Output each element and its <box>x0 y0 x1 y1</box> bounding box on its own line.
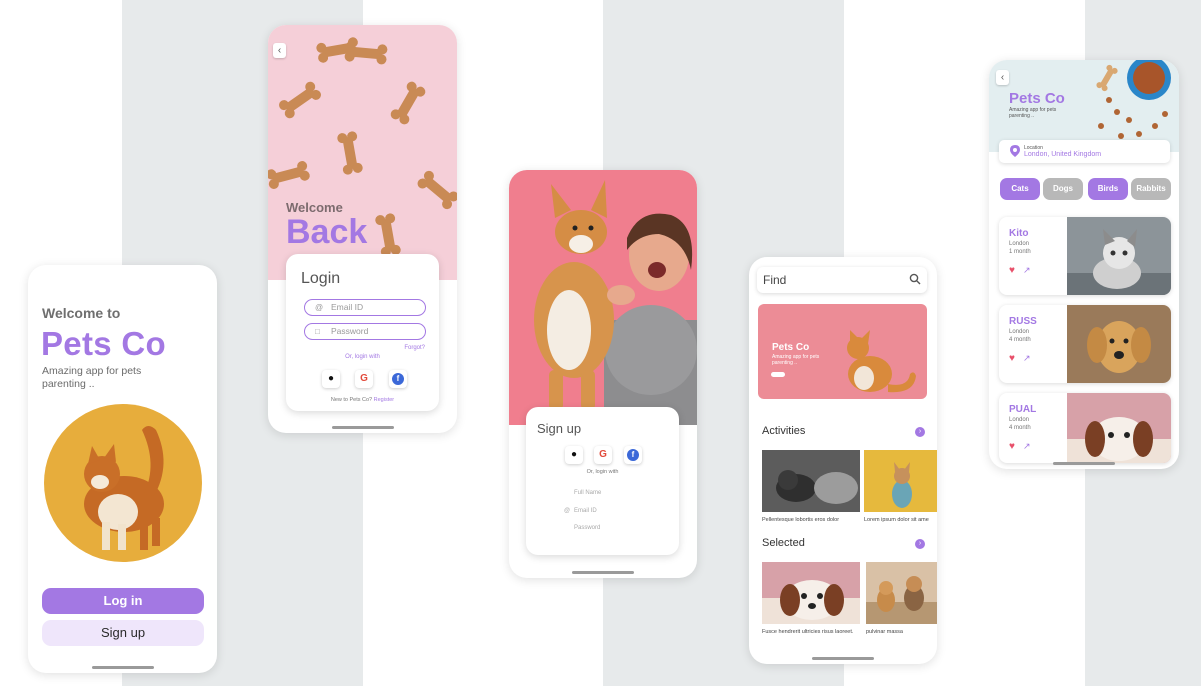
pet-age: 4 month <box>1009 425 1031 431</box>
home-indicator <box>572 571 634 574</box>
puppy-photo <box>1067 393 1171 463</box>
brand-title: Pets Co <box>1009 90 1065 107</box>
pet-name: PUAL <box>1009 404 1037 415</box>
location-pin-icon <box>1010 145 1020 157</box>
login-button[interactable]: Log in <box>42 588 204 614</box>
new-to-text: New to Pets Co? <box>330 397 373 403</box>
chip-cats[interactable]: Cats <box>1000 178 1040 200</box>
pet-location: London <box>1009 417 1030 423</box>
welcome-heading: Welcome to <box>42 305 121 321</box>
chip-birds[interactable]: Birds <box>1088 178 1128 200</box>
password-field[interactable]: Password <box>574 525 600 531</box>
brand-tagline: Amazing app for pets parenting .. <box>42 365 142 390</box>
signup-screen: Sign up ● G f Or, login with Full Name @… <box>509 170 697 578</box>
email-placeholder: Email ID <box>331 302 364 312</box>
apple-icon[interactable]: ● <box>565 446 583 464</box>
share-icon[interactable]: ↗ <box>1023 353 1031 364</box>
register-prompt: New to Pets Co? Register <box>286 397 439 403</box>
login-title: Login <box>301 270 341 287</box>
full-name-field[interactable]: Full Name <box>574 490 601 496</box>
register-link[interactable]: Register <box>374 397 394 403</box>
heart-icon[interactable]: ♥ <box>1009 441 1015 452</box>
back-icon[interactable]: ‹ <box>273 43 286 58</box>
search-placeholder: Find <box>763 273 787 287</box>
woman-corgi-photo <box>509 170 697 425</box>
pet-location: London <box>1009 241 1030 247</box>
activity-image[interactable] <box>762 450 860 512</box>
brand-title: Pets Co <box>41 325 166 362</box>
pet-location: London <box>1009 329 1030 335</box>
facebook-icon[interactable]: f <box>624 446 642 464</box>
facebook-icon[interactable]: f <box>389 370 407 388</box>
banner-title: Pets Co <box>772 342 810 353</box>
welcome-screen: Welcome to Pets Co Amazing app for pets … <box>28 265 217 673</box>
chip-rabbits[interactable]: Rabbits <box>1131 178 1171 200</box>
apple-icon[interactable]: ● <box>322 370 340 388</box>
explore-screen: Find Pets Co Amazing app for pets parent… <box>749 257 937 664</box>
header-banner: Pets Co Amazing app for pets parenting .… <box>989 60 1179 152</box>
login-card: Login @ Email ID □ Password Forgot? Or, … <box>286 254 439 411</box>
pet-listing-screen: Pets Co Amazing app for pets parenting .… <box>989 60 1179 469</box>
back-text: Back <box>286 213 368 251</box>
share-icon[interactable]: ↗ <box>1023 441 1031 452</box>
brand-tagline: Amazing app for pets parenting .. <box>1009 107 1057 119</box>
cat-photo <box>44 404 202 562</box>
at-icon: @ <box>564 508 571 514</box>
location-selector[interactable]: Location London, United Kingdom <box>999 140 1170 163</box>
back-icon[interactable]: ‹ <box>996 70 1009 85</box>
signup-button[interactable]: Sign up <box>42 620 204 646</box>
home-indicator <box>91 666 154 669</box>
pet-card[interactable]: Kito London 1 month ♥ ↗ <box>999 217 1171 295</box>
kitten-photo <box>1067 217 1171 295</box>
search-icon[interactable] <box>909 273 921 285</box>
home-indicator <box>1053 462 1115 465</box>
at-icon: @ <box>315 303 324 312</box>
share-icon[interactable]: ↗ <box>1023 265 1031 276</box>
password-placeholder: Password <box>331 326 369 336</box>
home-indicator <box>812 657 874 660</box>
google-icon[interactable]: G <box>594 446 612 464</box>
email-field[interactable]: @ Email ID <box>304 299 426 316</box>
pet-name: RUSS <box>1009 316 1037 327</box>
pet-card[interactable]: PUAL London 4 month ♥ ↗ <box>999 393 1171 463</box>
banner-subtitle: Amazing app for pets parenting .. <box>772 354 820 366</box>
banner-button[interactable] <box>771 372 785 377</box>
activity-image[interactable] <box>864 450 937 512</box>
search-bar[interactable]: Find <box>757 267 927 293</box>
location-value: London, United Kingdom <box>1024 151 1102 158</box>
login-screen: ‹ Welcome Back Login @ Email ID □ Passwo… <box>268 25 457 433</box>
activities-title: Activities <box>762 425 806 437</box>
selected-title: Selected <box>762 537 805 549</box>
or-login-with: Or, login with <box>345 354 380 360</box>
activity-caption: Pellentesque lobortis eros dolor <box>762 517 840 523</box>
selected-caption: pulvinar massa <box>866 629 903 635</box>
forgot-link[interactable]: Forgot? <box>404 345 425 351</box>
heart-icon[interactable]: ♥ <box>1009 265 1015 276</box>
chip-dogs[interactable]: Dogs <box>1043 178 1083 200</box>
signup-title: Sign up <box>537 421 582 436</box>
activity-caption: Lorem ipsum dolor sit ame <box>864 517 929 523</box>
pet-age: 4 month <box>1009 337 1031 343</box>
pet-name: Kito <box>1009 228 1029 239</box>
selected-image[interactable] <box>866 562 937 624</box>
email-field[interactable]: Email ID <box>574 508 597 514</box>
promo-banner[interactable]: Pets Co Amazing app for pets parenting .… <box>758 304 927 399</box>
selected-image[interactable] <box>762 562 860 624</box>
chevron-right-icon[interactable]: › <box>915 539 925 549</box>
password-field[interactable]: □ Password <box>304 323 426 340</box>
pet-age: 1 month <box>1009 249 1031 255</box>
or-login-with: Or, login with <box>586 469 619 475</box>
heart-icon[interactable]: ♥ <box>1009 353 1015 364</box>
signup-card: Sign up ● G f Or, login with Full Name @… <box>526 407 679 555</box>
puppy-photo <box>1067 305 1171 383</box>
pet-card[interactable]: RUSS London 4 month ♥ ↗ <box>999 305 1171 383</box>
selected-caption: Fusce hendrerit ultricies risus laoreet. <box>762 629 854 635</box>
lock-icon: □ <box>315 327 320 336</box>
chevron-right-icon[interactable]: › <box>915 427 925 437</box>
google-icon[interactable]: G <box>355 370 373 388</box>
home-indicator <box>331 426 394 429</box>
